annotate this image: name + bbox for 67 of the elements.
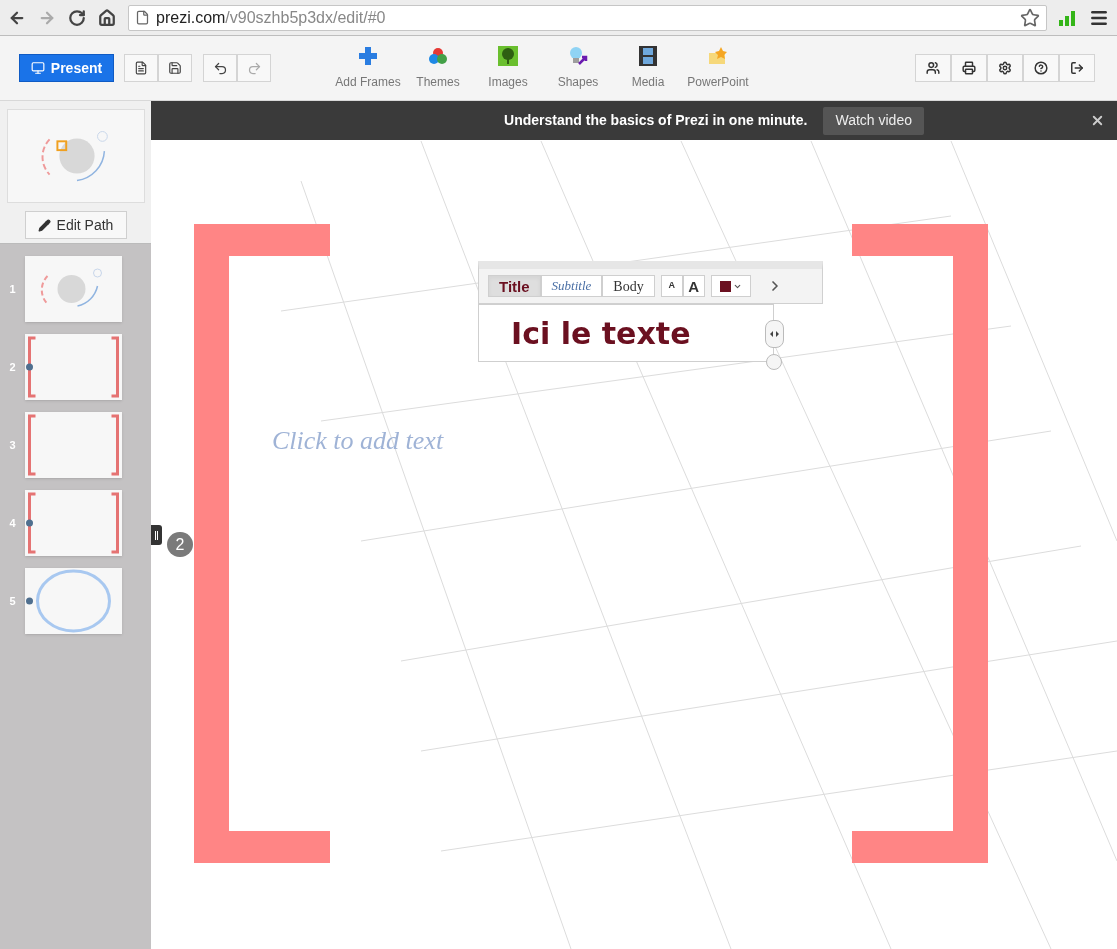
slide-thumbnail[interactable] [25, 490, 122, 556]
color-swatch-icon [719, 280, 731, 292]
banner-text: Understand the basics of Prezi in one minute. [504, 111, 808, 130]
redo-icon [246, 60, 262, 76]
address-bar[interactable]: prezi.com/v90szhb5p3dx/edit/#0 [128, 4, 1047, 31]
screen-icon [30, 61, 45, 75]
undo-button[interactable] [203, 54, 237, 82]
settings-icon [998, 61, 1012, 75]
exit-button[interactable] [1059, 54, 1095, 82]
insert-button[interactable]: Images [473, 45, 543, 91]
reload-icon[interactable] [68, 8, 86, 27]
home-icon[interactable] [98, 8, 116, 27]
star-icon[interactable] [1020, 7, 1040, 28]
resize-handle[interactable] [765, 320, 784, 348]
insert-button[interactable]: Themes [403, 45, 473, 91]
save-button[interactable] [158, 54, 192, 82]
watch-video-button[interactable]: Watch video [823, 106, 924, 135]
resize-arrows-icon [770, 331, 779, 337]
share-button[interactable] [915, 54, 951, 82]
present-button[interactable]: Present [19, 54, 114, 82]
exit-icon [1070, 61, 1084, 75]
slide-thumbnail[interactable] [25, 334, 122, 400]
tree-icon [497, 45, 519, 67]
text-style-button[interactable]: Body [602, 275, 655, 297]
insert-button[interactable]: Shapes [543, 45, 613, 91]
insert-button[interactable]: PowerPoint [683, 45, 753, 91]
slide-number: 3 [8, 437, 17, 453]
color-circles-icon [427, 45, 449, 67]
film-icon [637, 45, 659, 67]
save-icon [168, 61, 182, 75]
people-icon [926, 61, 940, 75]
settings-button[interactable] [987, 54, 1023, 82]
sidebar-toggle-handle[interactable] [151, 525, 162, 545]
slide-number: 1 [8, 281, 17, 297]
print-button[interactable] [951, 54, 987, 82]
edit-path-button[interactable]: Edit Path [24, 211, 127, 239]
document-icon [134, 61, 148, 75]
help-icon [1034, 61, 1048, 75]
rotate-handle[interactable] [766, 354, 782, 370]
slide-number: 5 [8, 593, 17, 609]
undo-icon [212, 60, 228, 76]
lightbulb-icon [567, 45, 589, 67]
path-step-badge: 2 [167, 532, 193, 557]
overview-thumbnail[interactable] [6, 109, 145, 203]
larger-text-button[interactable]: A [682, 275, 705, 297]
slide-thumbnail[interactable] [25, 256, 122, 322]
close-icon[interactable] [1090, 113, 1105, 128]
text-style-button[interactable]: Subtitle [540, 275, 603, 297]
star-slide-icon [707, 45, 729, 67]
text-box[interactable]: Ici le texte [478, 304, 774, 362]
slide-thumbnail[interactable] [25, 412, 122, 478]
plus-icon [357, 45, 379, 67]
text-style-button[interactable]: Title [488, 275, 541, 297]
help-button[interactable] [1023, 54, 1059, 82]
title-text: Ici le texte [511, 314, 691, 353]
insert-button[interactable]: Add Frames [333, 45, 403, 91]
slide-thumbnail[interactable] [25, 568, 122, 634]
slide-number: 2 [8, 359, 17, 375]
new-button[interactable] [124, 54, 158, 82]
smaller-text-button[interactable]: A [660, 275, 683, 297]
slide-number: 4 [8, 515, 17, 531]
printer-icon [962, 61, 976, 75]
page-icon [135, 10, 150, 25]
url-text: prezi.com/v90szhb5p3dx/edit/#0 [156, 7, 386, 28]
insert-button[interactable]: Media [613, 45, 683, 91]
pencil-icon [37, 218, 51, 232]
color-picker-button[interactable] [710, 275, 751, 297]
